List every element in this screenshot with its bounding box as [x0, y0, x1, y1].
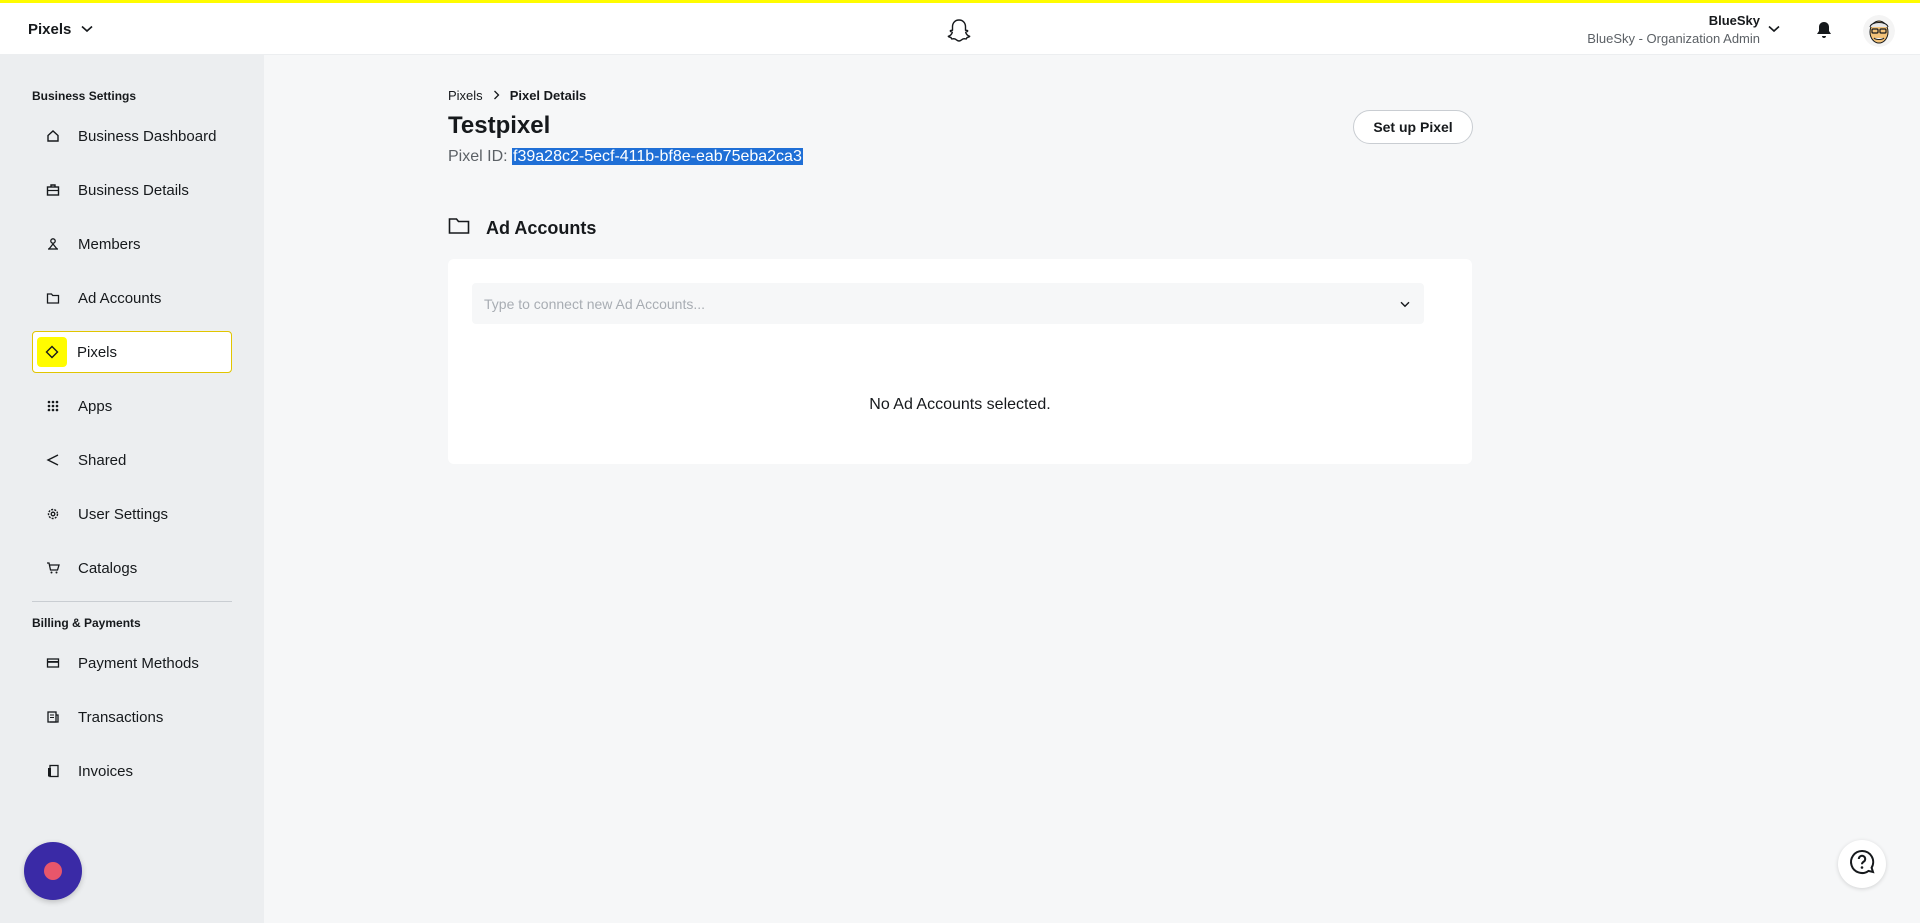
- chat-launcher-button[interactable]: [24, 842, 82, 900]
- sidebar-item-transactions[interactable]: Transactions: [32, 696, 232, 738]
- breadcrumb-current: Pixel Details: [509, 88, 587, 103]
- members-icon: [38, 229, 68, 259]
- briefcase-icon: [38, 175, 68, 205]
- account-switcher[interactable]: BlueSky BlueSky - Organization Admin: [1587, 13, 1760, 47]
- gear-icon: [38, 499, 68, 529]
- sidebar-item-label: Pixels: [77, 343, 118, 361]
- chevron-down-icon[interactable]: [1768, 20, 1780, 38]
- folder-icon: [38, 283, 68, 313]
- sidebar-item-label: Shared: [78, 451, 127, 469]
- sidebar-item-label: Catalogs: [78, 559, 138, 577]
- grid-icon: [38, 391, 68, 421]
- snapchat-ghost-icon[interactable]: [945, 17, 973, 45]
- sidebar-item-label: Ad Accounts: [78, 289, 162, 307]
- sidebar-item-label: Business Dashboard: [78, 127, 217, 145]
- folder-icon: [448, 217, 470, 240]
- pixel-id-value[interactable]: f39a28c2-5ecf-411b-bf8e-eab75eba2ca3: [512, 148, 803, 165]
- chevron-right-icon: [493, 88, 500, 103]
- ad-accounts-heading: Ad Accounts: [448, 217, 596, 240]
- set-up-pixel-button[interactable]: Set up Pixel: [1353, 110, 1473, 144]
- sidebar-item-ad-accounts[interactable]: Ad Accounts: [32, 277, 232, 319]
- ad-accounts-card: Type to connect new Ad Accounts... No Ad…: [448, 259, 1472, 464]
- sidebar-item-business-dashboard[interactable]: Business Dashboard: [32, 115, 232, 157]
- sidebar-item-label: Transactions: [78, 708, 164, 726]
- top-bar: Pixels BlueSky BlueSky - Organization Ad…: [0, 0, 1920, 55]
- bell-icon[interactable]: [1815, 20, 1833, 45]
- breadcrumb-link-pixels[interactable]: Pixels: [448, 88, 483, 103]
- share-icon: [38, 445, 68, 475]
- credit-card-icon: [38, 648, 68, 678]
- connect-ad-accounts-placeholder: Type to connect new Ad Accounts...: [484, 295, 706, 312]
- cart-icon: [38, 553, 68, 583]
- sidebar-divider: [32, 601, 232, 602]
- app-switcher[interactable]: Pixels: [28, 20, 93, 38]
- sidebar-item-label: Payment Methods: [78, 654, 199, 672]
- help-chat-icon: [1848, 848, 1876, 881]
- sidebar-item-user-settings[interactable]: User Settings: [32, 493, 232, 535]
- account-name: BlueSky: [1708, 13, 1760, 28]
- app-switcher-label: Pixels: [28, 20, 72, 38]
- diamond-icon: [37, 337, 67, 367]
- sidebar-item-apps[interactable]: Apps: [32, 385, 232, 427]
- sidebar-item-label: Members: [78, 235, 141, 253]
- page-title: Testpixel: [448, 112, 551, 139]
- sidebar-item-label: User Settings: [78, 505, 169, 523]
- receipt-icon: [38, 702, 68, 732]
- pixel-id: Pixel ID: f39a28c2-5ecf-411b-bf8e-eab75e…: [448, 148, 803, 166]
- home-icon: [38, 121, 68, 151]
- empty-state-message: No Ad Accounts selected.: [869, 396, 1051, 413]
- help-button[interactable]: [1838, 840, 1886, 888]
- pixel-id-label: Pixel ID:: [448, 148, 508, 165]
- sidebar-item-label: Apps: [78, 397, 113, 415]
- billing-payments-title: Billing & Payments: [32, 616, 141, 630]
- connect-ad-accounts-input[interactable]: Type to connect new Ad Accounts...: [472, 283, 1424, 324]
- sidebar-item-shared[interactable]: Shared: [32, 439, 232, 481]
- chat-dot-icon: [44, 862, 62, 880]
- sidebar-item-payment-methods[interactable]: Payment Methods: [32, 642, 232, 684]
- sidebar-item-catalogs[interactable]: Catalogs: [32, 547, 232, 589]
- sidebar-item-business-details[interactable]: Business Details: [32, 169, 232, 211]
- sidebar-item-label: Business Details: [78, 181, 189, 199]
- ad-accounts-title: Ad Accounts: [486, 218, 597, 238]
- sidebar-item-label: Invoices: [78, 762, 134, 780]
- chevron-down-icon: [81, 20, 93, 38]
- sidebar-item-invoices[interactable]: Invoices: [32, 750, 232, 792]
- business-settings-title: Business Settings: [32, 89, 137, 103]
- sidebar-item-members[interactable]: Members: [32, 223, 232, 265]
- sidebar-item-pixels[interactable]: Pixels: [32, 331, 232, 373]
- breadcrumb: Pixels Pixel Details: [448, 88, 586, 103]
- avatar[interactable]: [1863, 15, 1895, 47]
- chevron-down-icon[interactable]: [1400, 295, 1410, 313]
- account-role: BlueSky - Organization Admin: [1587, 31, 1760, 46]
- invoice-icon: [38, 756, 68, 786]
